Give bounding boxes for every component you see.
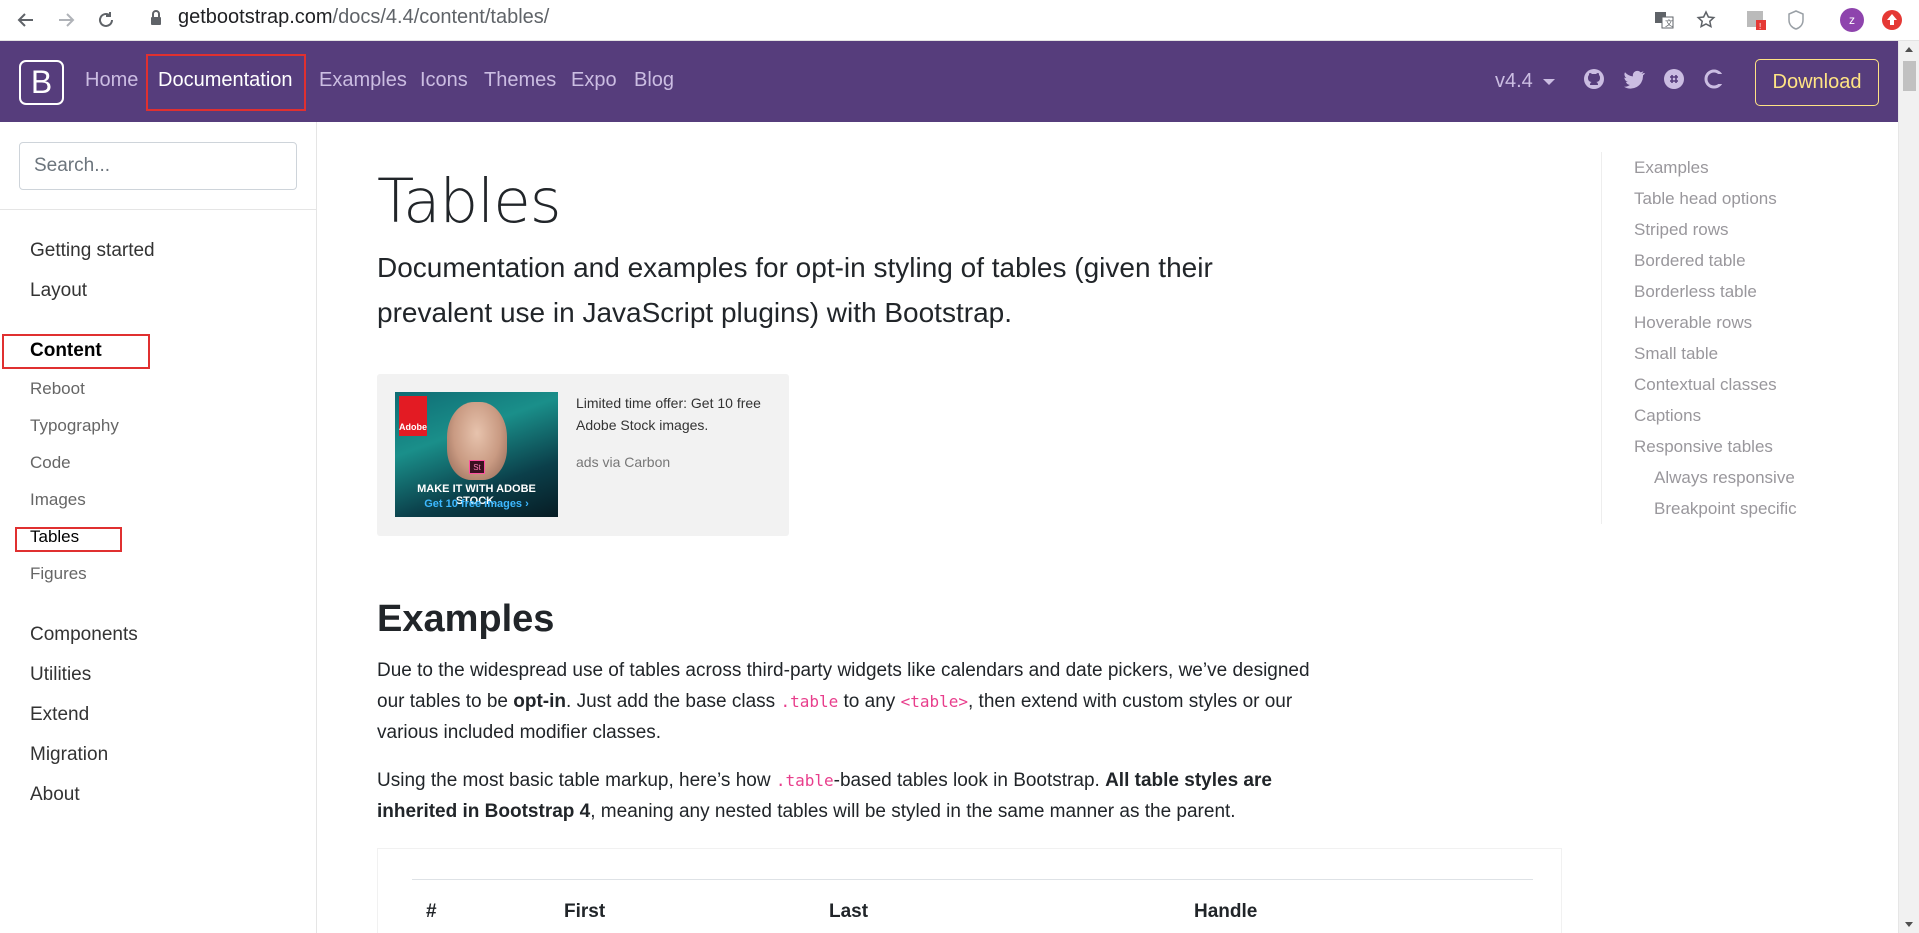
ad-image[interactable]: Adobe St MAKE IT WITH ADOBE STOCK. Get 1… <box>395 392 558 517</box>
table-header-number: # <box>426 901 437 922</box>
slack-icon[interactable] <box>1663 68 1685 90</box>
toc-item-small-table[interactable]: Small table <box>1634 344 1718 364</box>
forward-arrow-icon[interactable] <box>52 6 80 34</box>
scroll-down-arrow-icon[interactable] <box>1905 922 1913 927</box>
translate-icon[interactable]: 文 <box>1650 6 1678 34</box>
back-arrow-icon[interactable] <box>12 6 40 34</box>
lock-icon <box>150 10 162 26</box>
nav-link-blog[interactable]: Blog <box>634 69 674 92</box>
page-lead: Documentation and examples for opt-in st… <box>377 252 1213 328</box>
address-url[interactable]: getbootstrap.com/docs/4.4/content/tables… <box>178 6 549 29</box>
github-icon[interactable] <box>1583 68 1605 90</box>
page-title: Tables <box>377 166 562 237</box>
toc-subitem-always-responsive[interactable]: Always responsive <box>1654 468 1795 488</box>
docs-sidebar: Search... Getting started Layout Content… <box>0 122 317 933</box>
table-example: # First Last Handle <box>377 848 1562 933</box>
version-dropdown[interactable]: v4.4 <box>1495 70 1533 93</box>
sidebar-item-reboot[interactable]: Reboot <box>30 379 85 399</box>
table-header-last: Last <box>829 901 869 922</box>
sidebar-group-components[interactable]: Components <box>30 624 138 646</box>
highlight-box-tables <box>15 527 122 552</box>
sidebar-item-typography[interactable]: Typography <box>30 416 119 436</box>
toc-subitem-breakpoint-specific[interactable]: Breakpoint specific <box>1654 499 1797 519</box>
shield-icon[interactable] <box>1782 6 1810 34</box>
search-input[interactable]: Search... <box>19 142 297 190</box>
adobe-stock-badge: St <box>469 460 485 474</box>
examples-heading: Examples <box>377 598 555 640</box>
bootstrap-logo[interactable]: B <box>19 60 64 105</box>
toc-item-captions[interactable]: Captions <box>1634 406 1701 426</box>
highlight-box-documentation <box>146 54 306 111</box>
toc-item-striped-rows[interactable]: Striped rows <box>1634 220 1728 240</box>
toc-item-table-head-options[interactable]: Table head options <box>1634 189 1777 209</box>
sidebar-group-utilities[interactable]: Utilities <box>30 664 91 686</box>
sidebar-item-images[interactable]: Images <box>30 490 86 510</box>
twitter-icon[interactable] <box>1623 68 1645 90</box>
table-header-first: First <box>564 901 606 922</box>
sidebar-item-figures[interactable]: Figures <box>30 564 87 584</box>
highlight-box-content <box>2 334 150 369</box>
browser-toolbar: getbootstrap.com/docs/4.4/content/tables… <box>0 0 1919 41</box>
sidebar-divider <box>0 209 316 210</box>
ad-via-link[interactable]: ads via Carbon <box>576 454 670 470</box>
ad-image-cta: Get 10 free images › <box>424 498 529 510</box>
table-header-handle: Handle <box>1194 901 1258 922</box>
opencollective-icon[interactable] <box>1703 68 1725 90</box>
svg-text:文: 文 <box>1665 18 1673 28</box>
svg-text:!: ! <box>1759 22 1761 31</box>
sidebar-group-migration[interactable]: Migration <box>30 744 108 766</box>
table-of-contents: Examples Table head options Striped rows… <box>1601 152 1821 524</box>
sidebar-group-layout[interactable]: Layout <box>30 280 87 302</box>
examples-paragraph-1: Due to the widespread use of tables acro… <box>377 660 1310 743</box>
nav-link-icons[interactable]: Icons <box>420 69 468 92</box>
sidebar-group-getting-started[interactable]: Getting started <box>30 240 155 262</box>
table-top-border <box>412 879 1533 880</box>
update-icon[interactable] <box>1878 6 1906 34</box>
sidebar-group-about[interactable]: About <box>30 784 80 806</box>
carbon-ad: Adobe St MAKE IT WITH ADOBE STOCK. Get 1… <box>377 374 789 536</box>
scroll-thumb[interactable] <box>1903 61 1916 91</box>
sidebar-item-code[interactable]: Code <box>30 453 71 473</box>
examples-paragraph-2: Using the most basic table markup, here’… <box>377 770 1272 822</box>
toc-item-borderless-table[interactable]: Borderless table <box>1634 282 1757 302</box>
nav-link-expo[interactable]: Expo <box>571 69 617 92</box>
chevron-down-icon <box>1543 79 1555 85</box>
toc-item-hoverable-rows[interactable]: Hoverable rows <box>1634 313 1752 333</box>
nav-link-home[interactable]: Home <box>85 69 138 92</box>
nav-link-examples[interactable]: Examples <box>319 69 407 92</box>
bookmark-star-icon[interactable] <box>1692 6 1720 34</box>
page-scrollbar[interactable] <box>1898 41 1919 933</box>
top-navbar: B Home Documentation Examples Icons Them… <box>0 41 1898 122</box>
profile-avatar[interactable]: z <box>1838 6 1866 34</box>
download-button[interactable]: Download <box>1755 59 1879 106</box>
adobe-logo: Adobe <box>399 396 427 436</box>
nav-link-themes[interactable]: Themes <box>484 69 556 92</box>
toc-item-responsive-tables[interactable]: Responsive tables <box>1634 437 1773 457</box>
reload-icon[interactable] <box>92 6 120 34</box>
scroll-up-arrow-icon[interactable] <box>1905 47 1913 52</box>
sidebar-group-extend[interactable]: Extend <box>30 704 89 726</box>
toc-item-bordered-table[interactable]: Bordered table <box>1634 251 1746 271</box>
toc-item-examples[interactable]: Examples <box>1634 158 1709 178</box>
ad-text[interactable]: Limited time offer: Get 10 free Adobe St… <box>576 392 771 436</box>
extension-icon[interactable]: ! <box>1742 6 1770 34</box>
toc-item-contextual-classes[interactable]: Contextual classes <box>1634 375 1777 395</box>
